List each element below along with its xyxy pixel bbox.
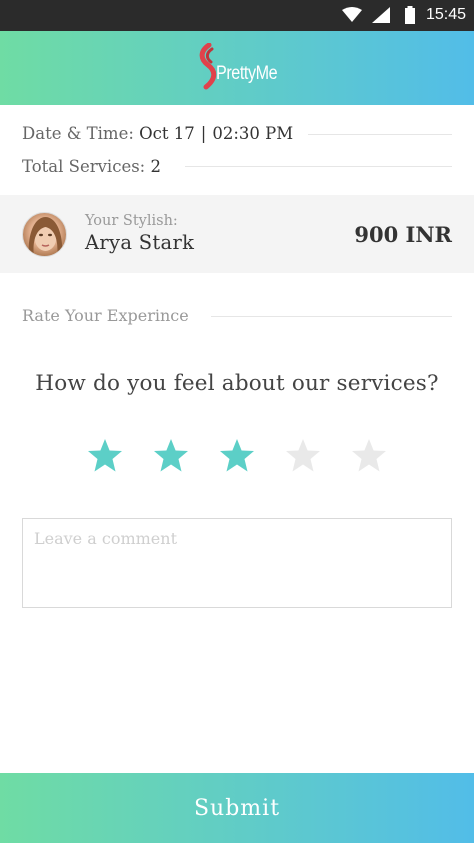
stylist-card: Your Stylish: Arya Stark 900 INR — [0, 195, 474, 273]
rating-question: How do you feel about our services? — [35, 371, 439, 396]
signal-icon — [372, 7, 390, 27]
status-time: 15:45 — [425, 6, 466, 23]
star-icon[interactable] — [87, 438, 123, 474]
booking-time: 02:30 PM — [212, 124, 294, 143]
rate-section-label: Rate Your Experince — [22, 306, 189, 325]
divider — [211, 316, 452, 317]
star-icon[interactable] — [351, 438, 387, 474]
services-label: Total Services: — [22, 157, 146, 176]
datetime-label: Date & Time: — [22, 124, 134, 143]
services-row: Total Services: 2 — [22, 157, 161, 176]
divider — [308, 134, 452, 135]
stylist-caption: Your Stylish: — [85, 213, 178, 229]
battery-icon — [404, 6, 416, 28]
stylist-avatar — [22, 212, 67, 257]
star-icon[interactable] — [285, 438, 321, 474]
app-logo: PrettyMe — [198, 43, 278, 93]
service-price: 900 INR — [354, 222, 452, 247]
submit-button[interactable]: Submit — [0, 773, 474, 843]
datetime-row: Date & Time: Oct 17 | 02:30 PM — [22, 124, 293, 143]
booking-date: Oct 17 — [139, 124, 195, 143]
services-count: 2 — [150, 157, 161, 176]
datetime-separator: | — [200, 124, 207, 143]
logo-text: PrettyMe — [216, 63, 278, 84]
status-bar: 15:45 — [0, 0, 474, 31]
comment-input[interactable] — [22, 518, 452, 608]
divider — [185, 166, 452, 167]
star-rating — [0, 438, 474, 478]
app-header: PrettyMe — [0, 31, 474, 105]
star-icon[interactable] — [153, 438, 189, 474]
star-icon[interactable] — [219, 438, 255, 474]
stylist-name: Arya Stark — [85, 231, 195, 254]
booking-info: Date & Time: Oct 17 | 02:30 PM Total Servi… — [0, 105, 474, 193]
wifi-icon — [342, 7, 362, 27]
